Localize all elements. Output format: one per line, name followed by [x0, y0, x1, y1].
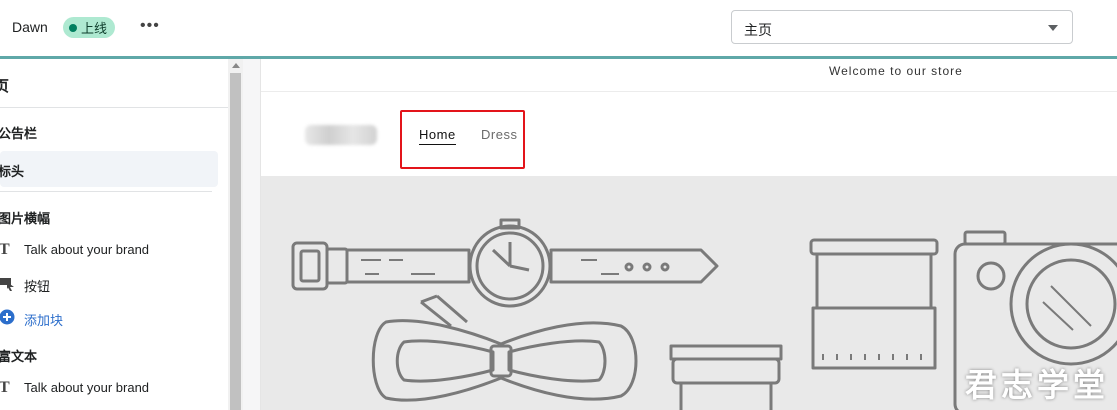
section-rich-text[interactable]: 富文本	[0, 346, 37, 365]
telephoto-lens-illustration	[809, 238, 939, 370]
sidebar-title: 页	[0, 78, 10, 95]
announcement-text: Welcome to our store	[829, 64, 963, 78]
section-header-label: 标头	[0, 164, 25, 179]
button-icon	[0, 275, 15, 293]
block-text-label: Talk about your brand	[24, 242, 150, 257]
nav-link-home[interactable]: Home	[419, 127, 456, 145]
watermark-text: 君志学堂	[965, 367, 1110, 403]
sidebar-scrollbar[interactable]	[228, 59, 243, 410]
section-header[interactable]: 标头	[0, 151, 218, 187]
theme-name: Dawn	[12, 19, 48, 35]
add-circle-icon	[0, 309, 15, 327]
section-image-banner[interactable]: 图片横幅	[0, 208, 50, 227]
sidebar: 页 公告栏 标头 图片横幅 T Talk about your brand 按钮…	[0, 59, 228, 410]
nav-link-dress[interactable]: Dress	[481, 127, 517, 142]
sidebar-header: 页	[0, 59, 228, 108]
announcement-bar[interactable]: Welcome to our store	[261, 59, 1117, 92]
text-icon: T	[0, 241, 10, 258]
add-block-button[interactable]: 添加块	[0, 300, 218, 336]
block-button-label: 按钮	[24, 279, 51, 294]
add-block-label: 添加块	[24, 313, 64, 328]
more-actions-button[interactable]: •••	[140, 14, 162, 38]
page-selector[interactable]: 主页	[731, 10, 1073, 44]
block-text[interactable]: T Talk about your brand	[0, 232, 218, 268]
block-text[interactable]: T Talk about your brand	[0, 370, 218, 406]
chevron-down-icon	[1048, 25, 1058, 31]
store-logo[interactable]	[305, 125, 377, 145]
scroll-up-icon[interactable]	[232, 63, 240, 68]
top-bar: Dawn 上线 ••• 主页	[0, 0, 1117, 59]
page-selector-value: 主页	[744, 22, 772, 38]
status-badge-label: 上线	[81, 21, 108, 36]
watch-illustration	[291, 218, 719, 308]
text-icon: T	[0, 379, 10, 396]
bowtie-illustration	[371, 294, 638, 402]
scrollbar-thumb[interactable]	[230, 73, 241, 410]
block-text-label: Talk about your brand	[24, 380, 150, 395]
block-button[interactable]: 按钮	[0, 266, 218, 302]
status-dot-icon	[69, 23, 77, 32]
store-preview: Welcome to our store Home Dress	[260, 59, 1117, 410]
sidebar-divider	[0, 191, 212, 192]
lens-illustration	[669, 344, 783, 410]
status-badge: 上线	[63, 17, 116, 38]
section-announcement-bar[interactable]: 公告栏	[0, 123, 37, 142]
